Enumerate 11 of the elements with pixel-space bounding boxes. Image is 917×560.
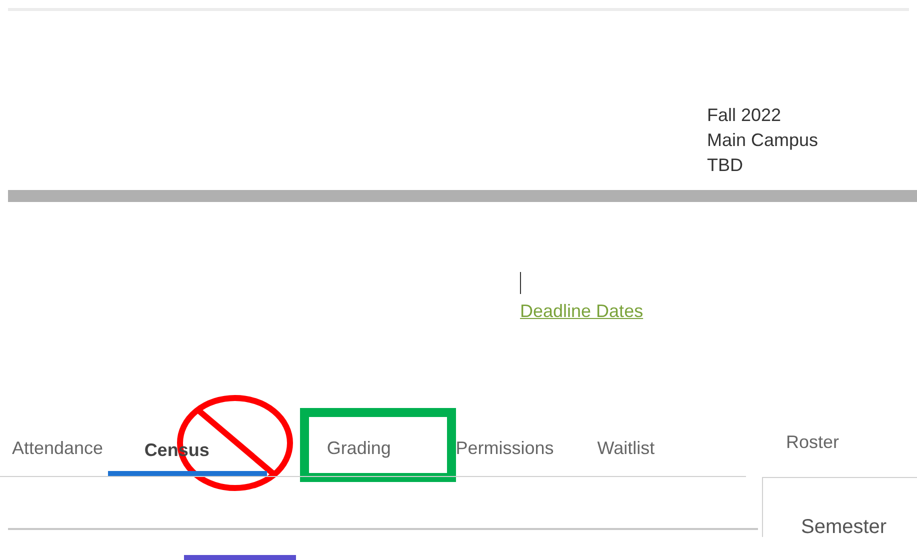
tab[interactable]: Attendance [0, 425, 108, 476]
detail-text: TBD [707, 154, 743, 177]
deadline-link[interactable]: Deadline Dates [520, 298, 644, 325]
tab[interactable]: Waitlist [583, 425, 746, 476]
button-edge[interactable] [184, 555, 296, 560]
roster-tab[interactable]: Roster [786, 429, 840, 477]
tab[interactable]: Permissions [442, 425, 584, 476]
panel-heading: Semester [801, 515, 887, 540]
tab[interactable]: Grading [312, 425, 442, 476]
detail-text: Main Campus [707, 129, 818, 152]
detail-text: Fall 2022 [707, 104, 782, 127]
